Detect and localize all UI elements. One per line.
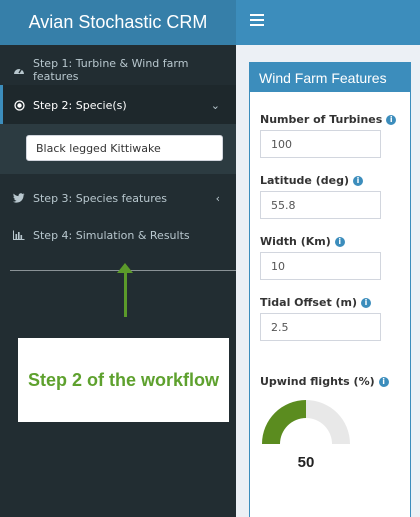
sidebar-item-label: Step 3: Species features <box>33 191 168 205</box>
sidebar-item-step4[interactable]: Step 4: Simulation & Results <box>0 215 236 255</box>
sidebar: Step 1: Turbine & Wind farm features Ste… <box>0 45 236 517</box>
field-label-tidal-offset: Tidal Offset (m) i <box>260 296 372 309</box>
species-submenu: Black legged Kittiwake <box>0 124 236 174</box>
chevron-down-icon: ⌄ <box>210 98 220 112</box>
gauge-fill <box>262 400 306 444</box>
app-root: Avian Stochastic CRM Step 1: Turbine & W… <box>0 0 420 517</box>
tachometer-icon <box>13 65 25 75</box>
latitude-input[interactable]: 55.8 <box>260 191 381 219</box>
field-label-latitude: Latitude (deg) i <box>260 174 363 187</box>
hamburger-icon[interactable] <box>250 14 264 26</box>
top-navbar <box>236 0 420 45</box>
field-label-width: Width (Km) i <box>260 235 345 248</box>
field-label-turbines: Number of Turbines i <box>260 113 397 126</box>
gauge-value: 50 <box>297 454 315 471</box>
turbines-input[interactable]: 100 <box>260 130 381 158</box>
main-content: Wind Farm Features Number of Turbines i 1… <box>236 45 420 517</box>
sidebar-item-label: Step 2: Specie(s) <box>33 98 127 112</box>
field-label-upwind: Upwind flights (%) i <box>260 375 389 388</box>
workflow-callout: Step 2 of the workflow <box>18 338 229 422</box>
callout-arrow <box>124 270 127 317</box>
info-icon[interactable]: i <box>334 236 345 247</box>
chevron-left-icon: ‹ <box>215 191 220 205</box>
box-title: Wind Farm Features <box>250 65 410 92</box>
sidebar-item-step2[interactable]: Step 2: Specie(s) ⌄ <box>0 85 236 125</box>
dot-circle-icon <box>13 99 25 111</box>
sidebar-item-label: Step 4: Simulation & Results <box>33 228 190 242</box>
app-title[interactable]: Avian Stochastic CRM <box>0 0 236 45</box>
species-select[interactable]: Black legged Kittiwake <box>26 135 223 161</box>
sidebar-item-step3[interactable]: Step 3: Species features ‹ <box>0 178 236 218</box>
info-icon[interactable]: i <box>361 297 372 308</box>
sidebar-item-step1[interactable]: Step 1: Turbine & Wind farm features <box>0 50 236 90</box>
tidal-offset-input[interactable]: 2.5 <box>260 313 381 341</box>
upwind-gauge <box>262 400 350 444</box>
wind-farm-features-box: Wind Farm Features Number of Turbines i 1… <box>249 62 411 517</box>
bar-chart-icon <box>13 230 25 240</box>
info-icon[interactable]: i <box>386 114 397 125</box>
width-input[interactable]: 10 <box>260 252 381 280</box>
info-icon[interactable]: i <box>378 376 389 387</box>
twitter-bird-icon <box>13 193 25 203</box>
sidebar-item-label: Step 1: Turbine & Wind farm features <box>33 57 189 83</box>
callout-arrow-head <box>117 263 133 273</box>
info-icon[interactable]: i <box>352 175 363 186</box>
